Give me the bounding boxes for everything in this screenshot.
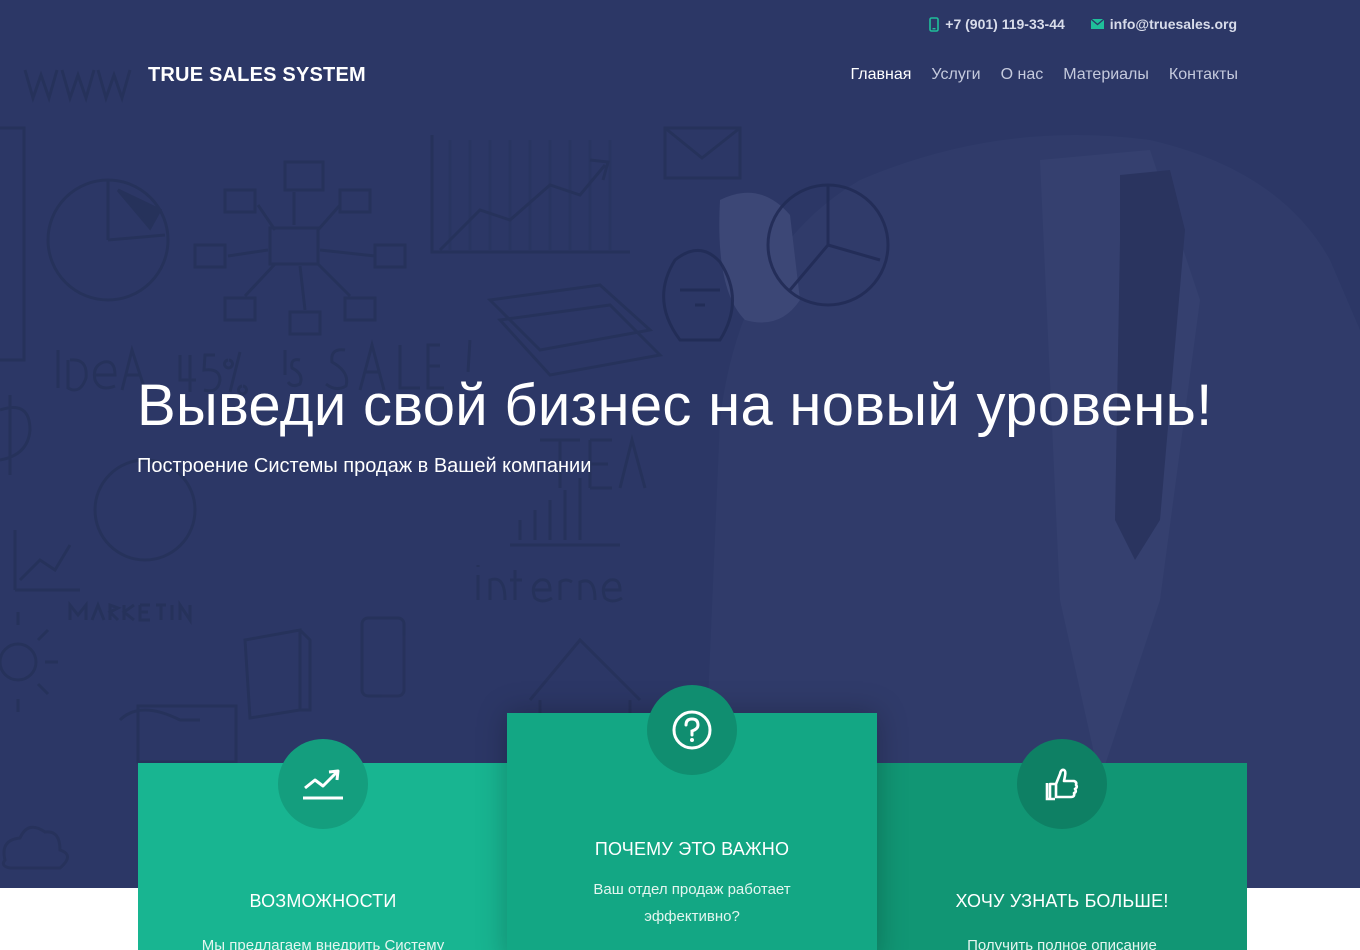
contact-topbar: +7 (901) 119-33-44 info@truesales.org — [929, 16, 1237, 32]
feature-card-why-important[interactable]: ПОЧЕМУ ЭТО ВАЖНО Ваш отдел продаж работа… — [507, 685, 877, 950]
nav-item-about[interactable]: О нас — [1001, 66, 1044, 84]
card-text: Мы предлагаем внедрить Систему — [201, 937, 445, 950]
feature-card-learn-more[interactable]: ХОЧУ УЗНАТЬ БОЛЬШЕ! Получить полное опис… — [877, 739, 1247, 950]
question-icon — [672, 710, 712, 750]
phone-contact[interactable]: +7 (901) 119-33-44 — [929, 16, 1065, 32]
phone-number: +7 (901) 119-33-44 — [945, 16, 1065, 32]
hero-title: Выведи свой бизнес на новый уровень! — [137, 373, 1213, 438]
nav-item-services[interactable]: Услуги — [931, 66, 980, 84]
feature-card-opportunities[interactable]: ВОЗМОЖНОСТИ Мы предлагаем внедрить Систе… — [138, 739, 508, 950]
card-title: ХОЧУ УЗНАТЬ БОЛЬШЕ! — [955, 891, 1169, 911]
email-contact[interactable]: info@truesales.org — [1090, 16, 1237, 32]
card-title: ВОЗМОЖНОСТИ — [249, 891, 397, 911]
envelope-icon — [1090, 19, 1104, 29]
card-title: ПОЧЕМУ ЭТО ВАЖНО — [594, 839, 790, 859]
nav-item-materials[interactable]: Материалы — [1063, 66, 1149, 84]
card-badge — [278, 739, 368, 829]
thumbs-up-icon — [1045, 768, 1079, 801]
nav-item-home[interactable]: Главная — [850, 66, 911, 84]
card-badge — [1017, 739, 1107, 829]
hero-subtitle: Построение Системы продаж в Вашей компан… — [137, 455, 592, 477]
card-text: Получить полное описание системы — [967, 937, 1157, 950]
phone-icon — [929, 16, 940, 32]
email-address: info@truesales.org — [1109, 16, 1237, 32]
trend-up-icon — [303, 769, 343, 800]
brand-logo[interactable]: TRUE SALES SYSTEM — [148, 64, 366, 87]
nav-item-contacts[interactable]: Контакты — [1169, 66, 1238, 84]
main-nav: Главная Услуги О нас Материалы Контакты — [850, 66, 1238, 84]
card-badge — [647, 685, 737, 775]
card-text: Ваш отдел продаж работает эффективно? — [593, 881, 791, 925]
